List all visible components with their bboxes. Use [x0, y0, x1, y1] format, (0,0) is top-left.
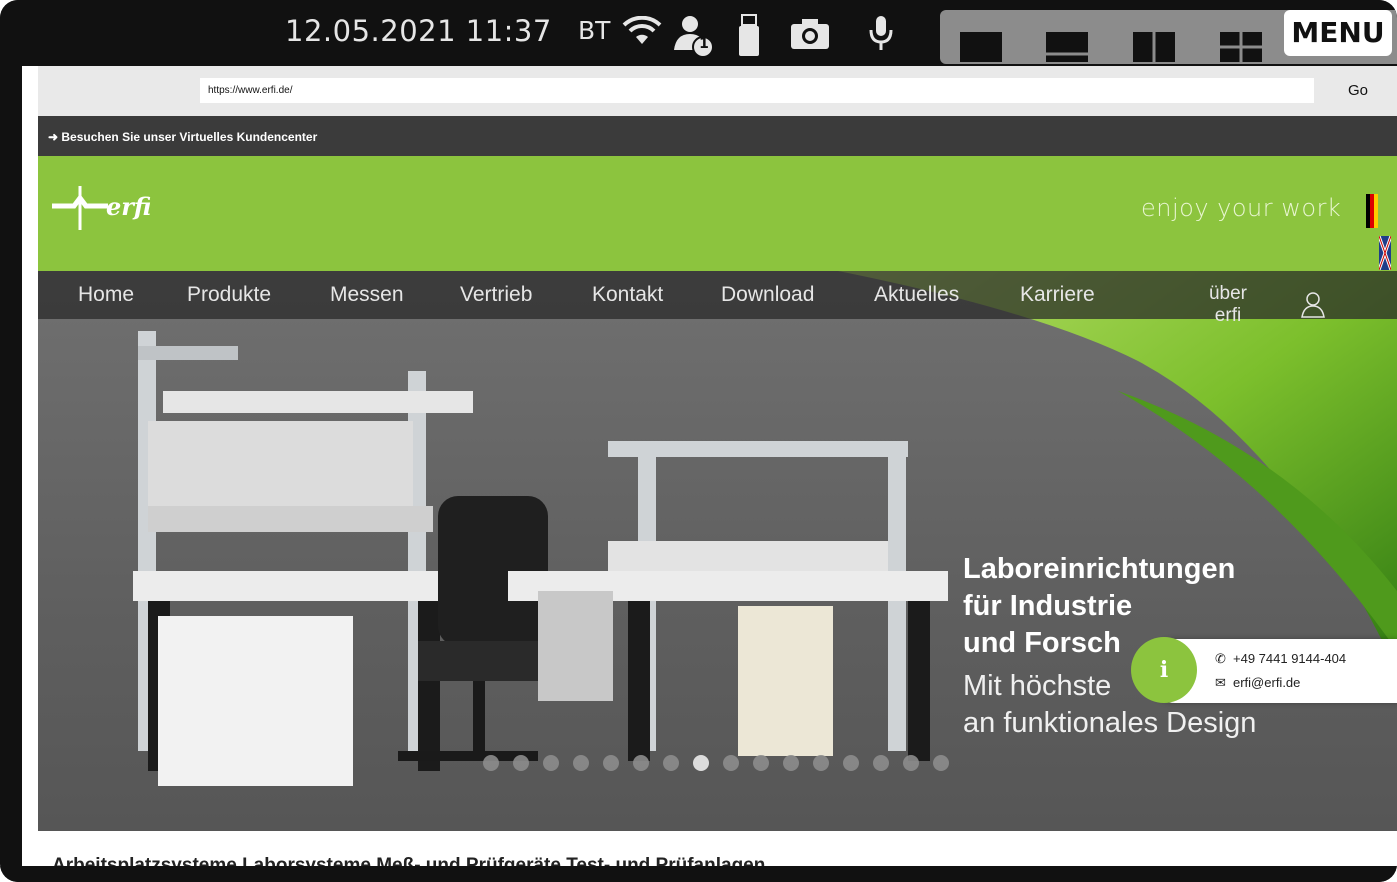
nav-home[interactable]: Home [78, 283, 134, 307]
url-input[interactable] [200, 78, 1314, 103]
hero-slider[interactable]: Home Produkte Messen Vertrieb Kontakt Do… [38, 271, 1397, 831]
slider-dot[interactable] [723, 755, 739, 771]
slider-dot[interactable] [813, 755, 829, 771]
slider-dot[interactable] [933, 755, 949, 771]
slider-dot[interactable] [903, 755, 919, 771]
status-bar: 12.05.2021 11:37 BT 1 MENU [0, 0, 1397, 66]
slider-dot-active[interactable] [693, 755, 709, 771]
contact-email[interactable]: ✉ erfi@erfi.de [1215, 675, 1300, 691]
layout-horizontal-split-icon[interactable] [1046, 32, 1088, 62]
device-bottom-bezel [0, 866, 1397, 882]
web-page: ➜ Besuchen Sie unser Virtuelles Kundence… [38, 116, 1397, 866]
logo-text: erfi [106, 192, 152, 221]
layout-single-icon[interactable] [960, 32, 1002, 62]
slider-dot[interactable] [603, 755, 619, 771]
hero-headline-line-1: Laboreinrichtungen [963, 553, 1236, 585]
phone-icon: ✆ [1215, 651, 1226, 666]
nav-kontakt[interactable]: Kontakt [592, 283, 663, 307]
product-category-strip: Arbeitsplatzsysteme Laborsysteme Meß- un… [38, 831, 1397, 866]
url-bar: Go [38, 66, 1397, 116]
erfi-logo-icon[interactable] [52, 186, 108, 238]
tagline: enjoy your work [1141, 194, 1342, 222]
envelope-icon: ✉ [1215, 675, 1226, 690]
browser-window: Go ➜ Besuchen Sie unser Virtuelles Kunde… [22, 66, 1397, 866]
slider-dot[interactable] [483, 755, 499, 771]
camera-icon[interactable] [790, 18, 830, 54]
phone-number: +49 7441 9144-404 [1233, 651, 1347, 666]
user-account-icon[interactable] [1300, 291, 1326, 323]
user-icon[interactable]: 1 [672, 14, 718, 64]
slider-dot[interactable] [663, 755, 679, 771]
german-flag-icon[interactable] [1366, 194, 1378, 228]
usb-drive-icon [737, 14, 761, 62]
go-button[interactable]: Go [1338, 78, 1378, 103]
nav-aktuelles[interactable]: Aktuelles [874, 283, 959, 307]
device-frame: 12.05.2021 11:37 BT 1 MENU https://www.e… [0, 0, 1397, 882]
slider-dot[interactable] [633, 755, 649, 771]
slider-dot[interactable] [513, 755, 529, 771]
nav-ueber-erfi[interactable]: über erfi [1198, 283, 1258, 327]
nav-download[interactable]: Download [721, 283, 814, 307]
slider-dot[interactable] [843, 755, 859, 771]
hero-headline-line-2: für Industrie [963, 590, 1133, 622]
hero-subline-line-2: an funktionales Design [963, 707, 1257, 739]
nav-vertrieb[interactable]: Vertrieb [460, 283, 532, 307]
virtual-center-link[interactable]: ➜ Besuchen Sie unser Virtuelles Kundence… [38, 116, 1397, 156]
bluetooth-label: BT [578, 16, 611, 45]
user-badge-count: 1 [699, 36, 709, 52]
slider-dot[interactable] [783, 755, 799, 771]
nav-messen[interactable]: Messen [330, 283, 404, 307]
info-icon[interactable]: i [1131, 637, 1197, 703]
uk-flag-icon[interactable] [1377, 235, 1393, 271]
slider-dot[interactable] [873, 755, 889, 771]
nav-karriere[interactable]: Karriere [1020, 283, 1095, 307]
slider-dot[interactable] [573, 755, 589, 771]
contact-phone[interactable]: ✆ +49 7441 9144-404 [1215, 651, 1346, 667]
header-bar: erfi enjoy your work [38, 156, 1397, 271]
wifi-icon [622, 15, 662, 50]
nav-produkte[interactable]: Produkte [187, 283, 271, 307]
main-nav: Home Produkte Messen Vertrieb Kontakt Do… [38, 271, 1397, 326]
datetime-label: 12.05.2021 11:37 [285, 14, 552, 48]
product-categories[interactable]: Arbeitsplatzsysteme Laborsysteme Meß- un… [52, 855, 765, 866]
slider-dot[interactable] [543, 755, 559, 771]
layout-vertical-split-icon[interactable] [1133, 32, 1175, 62]
slider-dot[interactable] [753, 755, 769, 771]
menu-button[interactable]: MENU [1284, 10, 1392, 56]
email-address: erfi@erfi.de [1233, 675, 1301, 690]
layout-grid-icon[interactable] [1220, 32, 1262, 62]
microphone-icon[interactable] [866, 14, 896, 58]
